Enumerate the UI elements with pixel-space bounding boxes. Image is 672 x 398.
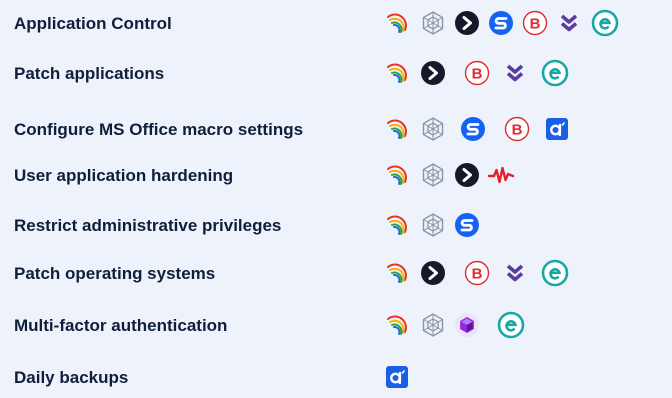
dark-arrow-circle-icon xyxy=(452,160,482,190)
bitdefender-b-icon: B xyxy=(462,258,492,288)
rainbow-swirl-icon xyxy=(382,58,412,88)
list-item: Restrict administrative privileges xyxy=(0,206,672,246)
eset-e-icon xyxy=(590,8,620,38)
dark-arrow-circle-icon xyxy=(418,258,448,288)
list-item: Patch operating systems B xyxy=(0,254,672,294)
svg-text:B: B xyxy=(530,16,541,33)
rainbow-swirl-icon xyxy=(382,8,412,38)
purple-cube-icon xyxy=(452,310,482,340)
blue-s-icon xyxy=(486,8,516,38)
list-item: Daily backups xyxy=(0,358,672,398)
blue-s-icon xyxy=(452,210,482,240)
red-pulse-icon xyxy=(486,160,516,190)
dark-arrow-circle-icon xyxy=(452,8,482,38)
rainbow-swirl-icon xyxy=(382,114,412,144)
chevrons-down-icon xyxy=(500,58,530,88)
hexagon-network-icon xyxy=(418,310,448,340)
bitdefender-b-icon: B xyxy=(462,58,492,88)
blue-s-icon xyxy=(458,114,488,144)
rainbow-swirl-icon xyxy=(382,258,412,288)
rainbow-swirl-icon xyxy=(382,310,412,340)
svg-text:B: B xyxy=(472,66,483,83)
rainbow-swirl-icon xyxy=(382,210,412,240)
control-label: Patch operating systems xyxy=(14,264,216,283)
chevrons-down-icon xyxy=(500,258,530,288)
rainbow-swirl-icon xyxy=(382,160,412,190)
control-label: Application Control xyxy=(14,14,172,33)
control-label: User application hardening xyxy=(14,166,234,185)
eset-e-icon xyxy=(540,258,570,288)
control-label: Multi-factor authentication xyxy=(14,316,228,335)
list-item: Patch applications B xyxy=(0,54,672,94)
hexagon-network-icon xyxy=(418,8,448,38)
control-label: Restrict administrative privileges xyxy=(14,216,282,235)
hexagon-network-icon xyxy=(418,160,448,190)
acronis-a-icon xyxy=(542,114,572,144)
eset-e-icon xyxy=(496,310,526,340)
hexagon-network-icon xyxy=(418,210,448,240)
chevrons-down-icon xyxy=(554,8,584,38)
hexagon-network-icon xyxy=(418,114,448,144)
svg-text:B: B xyxy=(472,266,483,283)
list-item: Multi-factor authentication xyxy=(0,306,672,346)
control-label: Configure MS Office macro settings xyxy=(14,120,304,139)
list-item: Application Control B xyxy=(0,4,672,44)
bitdefender-b-icon: B xyxy=(502,114,532,144)
dark-arrow-circle-icon xyxy=(418,58,448,88)
control-label: Daily backups xyxy=(14,368,129,387)
acronis-a-icon xyxy=(382,362,412,392)
list-item: User application hardening xyxy=(0,156,672,196)
control-label: Patch applications xyxy=(14,64,165,83)
bitdefender-b-icon: B xyxy=(520,8,550,38)
svg-text:B: B xyxy=(512,122,523,139)
eset-e-icon xyxy=(540,58,570,88)
list-item: Configure MS Office macro settings B xyxy=(0,110,672,150)
